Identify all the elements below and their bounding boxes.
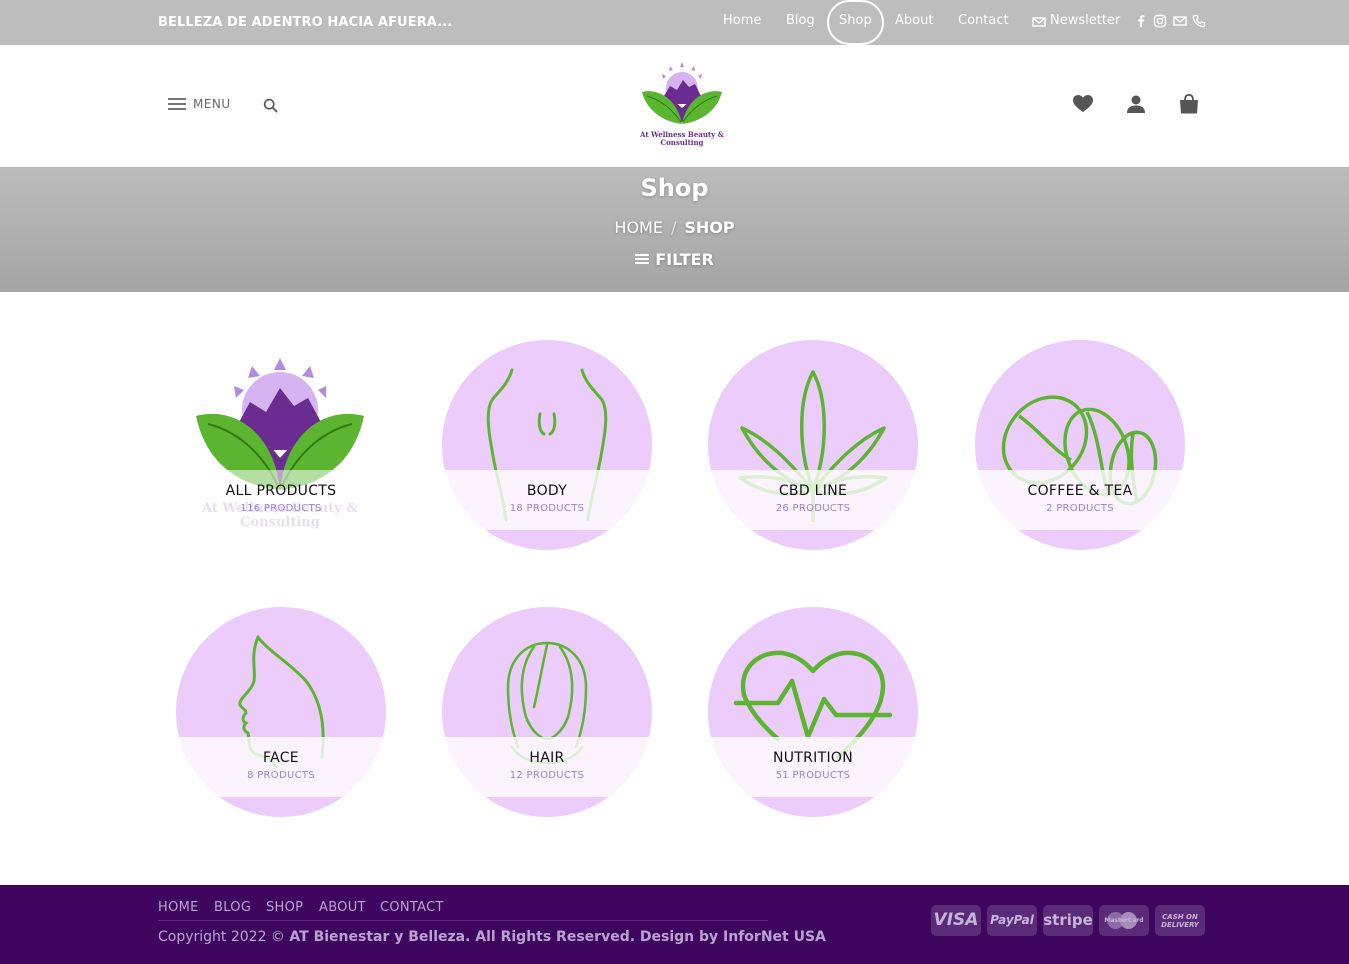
category-count: 8 PRODUCTS [247, 770, 315, 781]
category-name: ALL PRODUCTS [225, 483, 337, 499]
cart-icon[interactable] [1178, 93, 1200, 114]
category-face[interactable]: FACE 8 PRODUCTS [176, 607, 386, 817]
site-logo[interactable]: At Wellness Beauty & Consulting [637, 60, 727, 152]
visa-icon: VISA [931, 905, 981, 936]
label-overlay [708, 737, 918, 797]
filter-label: FILTER [655, 250, 714, 269]
label-overlay [442, 737, 652, 797]
nav-home[interactable]: Home [723, 13, 761, 28]
copyright: Copyright 2022 © AT Bienestar y Belleza.… [158, 929, 826, 945]
filter-button[interactable]: FILTER [0, 250, 1349, 269]
label-overlay [975, 470, 1185, 530]
category-body[interactable]: BODY 18 PRODUCTS [442, 340, 652, 550]
logo-text: At Wellness Beauty & Consulting [640, 130, 724, 147]
nav-contact[interactable]: Contact [958, 13, 1009, 28]
footer-nav-blog[interactable]: BLOG [214, 900, 251, 915]
filter-icon [635, 254, 650, 264]
nav-shop[interactable]: Shop [839, 13, 872, 28]
footer-nav-about[interactable]: ABOUT [319, 900, 366, 915]
category-count: 2 PRODUCTS [1046, 503, 1114, 514]
label-overlay [176, 737, 386, 797]
site-header: MENU At Wellness Beauty & Consulting [0, 45, 1349, 167]
category-all-products[interactable]: At Wellness Beauty & Consulting ALL PROD… [176, 340, 386, 550]
stripe-icon: stripe [1043, 905, 1093, 936]
category-nutrition[interactable]: NUTRITION 51 PRODUCTS [708, 607, 918, 817]
user-icon[interactable] [1125, 94, 1147, 114]
copyright-prefix: Copyright 2022 © [158, 929, 285, 945]
phone-icon[interactable] [1192, 14, 1206, 28]
top-bar: BELLEZA DE ADENTRO HACIA AFUERA... Home … [0, 0, 1349, 45]
category-count: 12 PRODUCTS [509, 770, 585, 781]
category-name: COFFEE & TEA [1027, 483, 1133, 499]
site-footer: HOME BLOG SHOP ABOUT CONTACT Copyright 2… [0, 885, 1349, 964]
category-coffee-tea[interactable]: COFFEE & TEA 2 PRODUCTS [975, 340, 1185, 550]
menu-label: MENU [193, 97, 231, 111]
category-cbd-line[interactable]: CBD LINE 26 PRODUCTS [708, 340, 918, 550]
tagline: BELLEZA DE ADENTRO HACIA AFUERA... [158, 15, 453, 30]
footer-nav-shop[interactable]: SHOP [266, 900, 303, 915]
label-overlay [442, 470, 652, 530]
footer-nav-contact[interactable]: CONTACT [380, 900, 444, 915]
nav-about[interactable]: About [895, 13, 933, 28]
category-count: 26 PRODUCTS [775, 503, 851, 514]
footer-divider [158, 920, 768, 921]
label-overlay [708, 470, 918, 530]
breadcrumb-current: SHOP [684, 218, 735, 237]
cash-on-delivery-icon: CASH ON DELIVERY [1155, 905, 1205, 936]
nav-newsletter[interactable]: Newsletter [1050, 13, 1120, 28]
category-name: FACE [263, 750, 299, 766]
footer-nav-home[interactable]: HOME [158, 900, 199, 915]
category-count: 51 PRODUCTS [775, 770, 851, 781]
category-count: 18 PRODUCTS [509, 503, 585, 514]
copyright-owner: AT Bienestar y Belleza. All Rights Reser… [289, 929, 826, 945]
label-overlay [176, 470, 386, 530]
page-title: Shop [640, 174, 709, 202]
instagram-icon[interactable] [1153, 14, 1167, 28]
breadcrumb-home[interactable]: HOME [614, 218, 663, 237]
category-name: BODY [526, 483, 568, 499]
search-icon[interactable] [263, 98, 278, 113]
paypal-icon: PayPal [987, 905, 1037, 936]
nav-blog[interactable]: Blog [786, 13, 815, 28]
heart-icon[interactable] [1072, 94, 1094, 114]
category-hair[interactable]: HAIR 12 PRODUCTS [442, 607, 652, 817]
category-count: 116 PRODUCTS [240, 503, 322, 514]
hamburger-icon [168, 98, 186, 112]
category-name: HAIR [529, 750, 565, 766]
breadcrumb-separator: / [670, 218, 677, 237]
facebook-icon[interactable] [1134, 14, 1148, 28]
category-name: NUTRITION [772, 750, 853, 766]
envelope-icon [1032, 15, 1046, 29]
category-name: CBD LINE [778, 483, 848, 499]
email-icon[interactable] [1173, 14, 1187, 28]
breadcrumb: HOME / SHOP [0, 218, 1349, 237]
mastercard-icon: MasterCard [1099, 905, 1149, 936]
